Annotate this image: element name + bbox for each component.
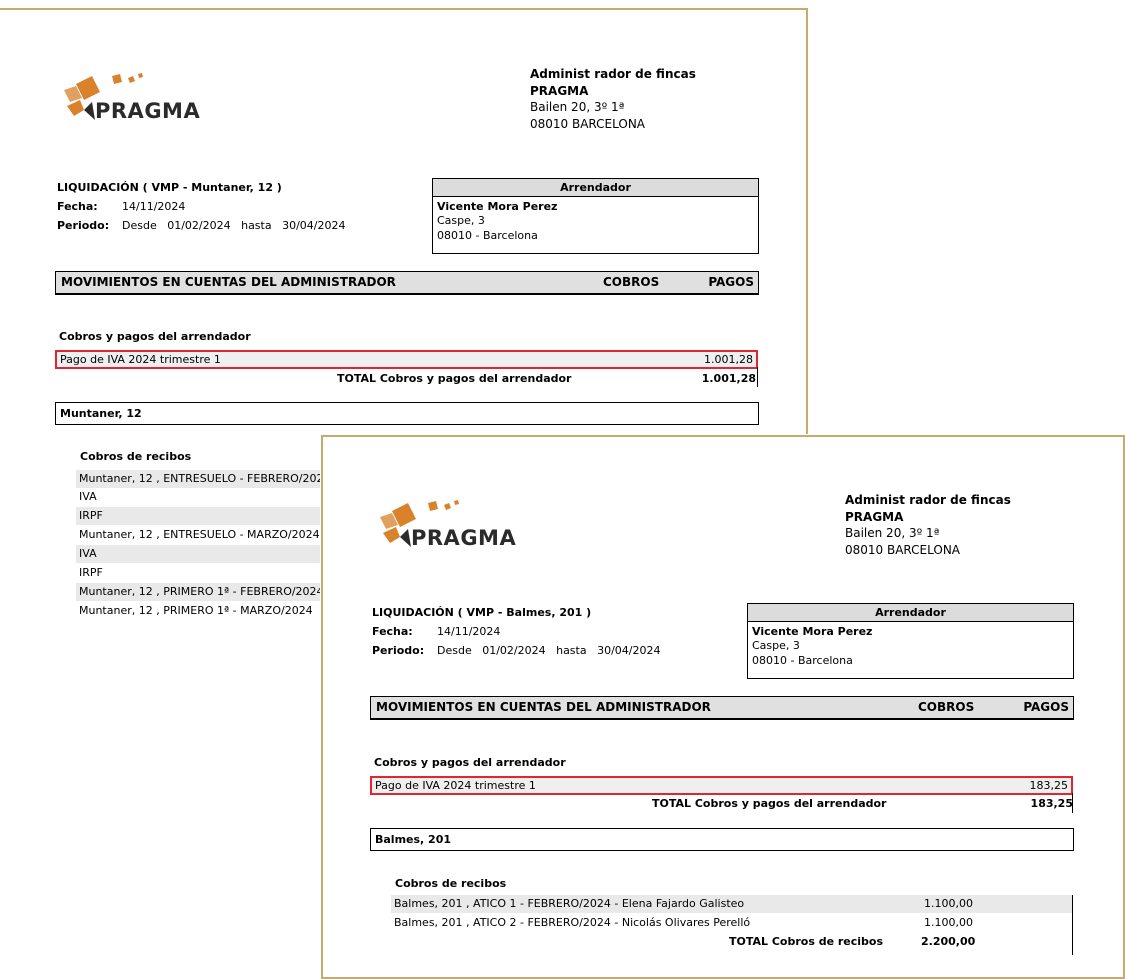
recibo-desc: Muntaner, 12 , ENTRESUELO - MARZO/2024: [79, 528, 320, 541]
pragma-logo: PRAGMA: [378, 499, 538, 559]
arrendador-header: Arrendador: [748, 604, 1073, 622]
admin-city: 08010 BARCELONA: [845, 542, 961, 557]
recibo-desc: Balmes, 201 , ATICO 2 - FEBRERO/2024 - N…: [394, 916, 751, 929]
recibo-desc: Muntaner, 12 , ENTRESUELO - FEBRERO/2024: [79, 472, 331, 485]
fecha-label: Fecha:: [57, 200, 98, 213]
total-recibos-label: TOTAL Cobros de recibos: [729, 935, 884, 948]
recibo-desc: Balmes, 201 , ATICO 1 - FEBRERO/2024 - E…: [394, 897, 745, 910]
periodo-value: Desde 01/02/2024 hasta 30/04/2024: [437, 644, 661, 657]
arrendador-street: Caspe, 3: [752, 639, 800, 652]
admin-address: Bailen 20, 3º 1ª: [845, 526, 940, 540]
arrendador-name: Vicente Mora Perez: [437, 200, 558, 213]
fecha-value: 14/11/2024: [437, 625, 501, 638]
recibo-desc: IVA: [79, 490, 97, 503]
iva-payment-row: Pago de IVA 2024 trimestre 1 183,25: [370, 776, 1073, 795]
recibo-desc: Muntaner, 12 , PRIMERO 1ª - MARZO/2024: [79, 604, 313, 617]
movimientos-header: MOVIMIENTOS EN CUENTAS DEL ADMINISTRADOR…: [370, 696, 1074, 720]
cobros-pagos-section-title: Cobros y pagos del arrendador: [59, 330, 251, 343]
admin-address: Bailen 20, 3º 1ª: [530, 100, 625, 114]
arrendador-header: Arrendador: [433, 179, 758, 197]
logo-wordmark: PRAGMA: [95, 99, 201, 123]
property-name: Muntaner, 12: [60, 407, 142, 420]
admin-title: Administ rador de fincas: [845, 493, 1011, 507]
total-cobros-pagos-label: TOTAL Cobros y pagos del arrendador: [652, 797, 887, 810]
pagos-column-line: [1072, 895, 1073, 955]
administrator-block: Administ rador de fincas PRAGMA Bailen 2…: [530, 66, 696, 132]
total-cobros-pagos-value: 183,25: [1030, 797, 1073, 810]
iva-payment-amount: 1.001,28: [704, 353, 753, 366]
periodo-label: Periodo:: [372, 644, 425, 657]
pagos-column-header: PAGOS: [1023, 700, 1069, 714]
cobros-pagos-section-title: Cobros y pagos del arrendador: [374, 756, 566, 769]
movimientos-header: MOVIMIENTOS EN CUENTAS DEL ADMINISTRADOR…: [55, 271, 759, 295]
admin-name: PRAGMA: [530, 83, 589, 98]
iva-payment-row: Pago de IVA 2024 trimestre 1 1.001,28: [55, 350, 758, 369]
property-name: Balmes, 201: [375, 833, 452, 846]
administrator-block: Administ rador de fincas PRAGMA Bailen 2…: [845, 492, 1011, 558]
property-box: Balmes, 201: [370, 828, 1074, 851]
pragma-logo: PRAGMA: [62, 72, 222, 132]
recibo-desc: IRPF: [79, 509, 103, 522]
recibo-desc: IRPF: [79, 566, 103, 579]
arrendador-city: 08010 - Barcelona: [752, 654, 853, 667]
pagos-column-header: PAGOS: [708, 275, 754, 289]
admin-name: PRAGMA: [845, 509, 904, 524]
recibos-section-title: Cobros de recibos: [80, 450, 192, 463]
movimientos-title: MOVIMIENTOS EN CUENTAS DEL ADMINISTRADOR: [376, 700, 711, 714]
total-cobros-pagos-value: 1.001,28: [701, 372, 756, 385]
total-recibos-value: 2.200,00: [921, 935, 976, 948]
arrendador-box: Arrendador Vicente Mora Perez Caspe, 3 0…: [432, 178, 759, 254]
periodo-value: Desde 01/02/2024 hasta 30/04/2024: [122, 219, 346, 232]
movimientos-title: MOVIMIENTOS EN CUENTAS DEL ADMINISTRADOR: [61, 275, 396, 289]
arrendador-street: Caspe, 3: [437, 214, 485, 227]
periodo-label: Periodo:: [57, 219, 110, 232]
recibo-desc: Muntaner, 12 , PRIMERO 1ª - FEBRERO/2024: [79, 585, 324, 598]
pagos-column-line: [757, 367, 758, 387]
recibo-desc: IVA: [79, 547, 97, 560]
recibo-row: Balmes, 201 , ATICO 1 - FEBRERO/2024 - E…: [391, 895, 1073, 913]
logo-wordmark: PRAGMA: [411, 526, 517, 550]
cobros-column-header: COBROS: [603, 275, 660, 289]
document-balmes: PRAGMA Administ rador de fincas PRAGMA B…: [321, 435, 1125, 979]
recibo-row: Balmes, 201 , ATICO 2 - FEBRERO/2024 - N…: [391, 914, 1073, 932]
iva-payment-amount: 183,25: [1029, 779, 1069, 792]
liquidacion-title: LIQUIDACIÓN ( VMP - Balmes, 201 ): [372, 606, 592, 619]
cobros-column-header: COBROS: [918, 700, 975, 714]
liquidacion-block: LIQUIDACIÓN ( VMP - Balmes, 201 ) Fecha:…: [372, 603, 661, 660]
iva-payment-desc: Pago de IVA 2024 trimestre 1: [60, 353, 221, 366]
liquidacion-title: LIQUIDACIÓN ( VMP - Muntaner, 12 ): [57, 181, 282, 194]
fecha-value: 14/11/2024: [122, 200, 186, 213]
property-box: Muntaner, 12: [55, 402, 759, 425]
recibo-amount: 1.100,00: [924, 916, 973, 929]
admin-city: 08010 BARCELONA: [530, 116, 646, 131]
arrendador-name: Vicente Mora Perez: [752, 625, 873, 638]
iva-payment-desc: Pago de IVA 2024 trimestre 1: [375, 779, 536, 792]
total-cobros-pagos-label: TOTAL Cobros y pagos del arrendador: [337, 372, 572, 385]
recibo-amount: 1.100,00: [924, 897, 973, 910]
fecha-label: Fecha:: [372, 625, 413, 638]
arrendador-city: 08010 - Barcelona: [437, 229, 538, 242]
arrendador-box: Arrendador Vicente Mora Perez Caspe, 3 0…: [747, 603, 1074, 679]
liquidacion-block: LIQUIDACIÓN ( VMP - Muntaner, 12 ) Fecha…: [57, 178, 346, 235]
recibos-section-title: Cobros de recibos: [395, 877, 507, 890]
admin-title: Administ rador de fincas: [530, 67, 696, 81]
